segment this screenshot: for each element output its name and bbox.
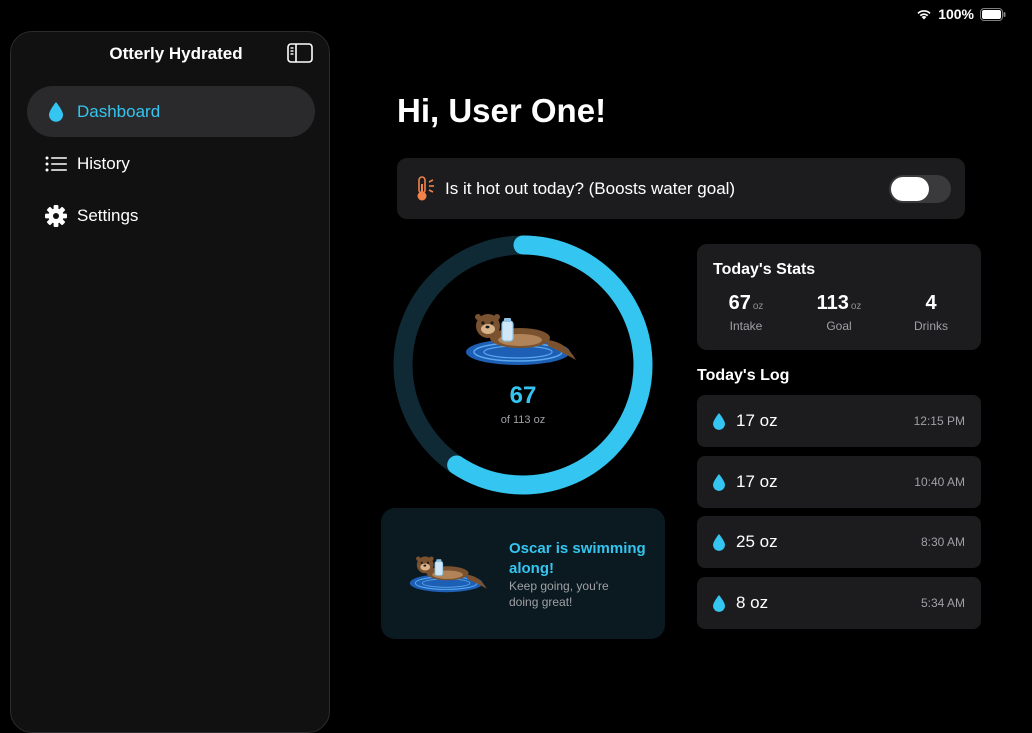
hot-weather-label: Is it hot out today? (Boosts water goal) xyxy=(445,178,736,198)
oscar-status-title: Oscar is swimming along! xyxy=(509,540,646,577)
sidebar-item-settings[interactable]: Settings xyxy=(27,190,315,241)
stats-title: Today's Stats xyxy=(713,261,816,278)
status-bar: 100% xyxy=(916,6,1006,22)
hot-weather-toggle[interactable] xyxy=(889,175,951,203)
log-time: 5:34 AM xyxy=(920,596,965,610)
intake-value: 67 xyxy=(509,382,537,409)
stat-value: 4 xyxy=(925,292,937,314)
hot-weather-card: Is it hot out today? (Boosts water goal) xyxy=(397,158,965,219)
list-icon xyxy=(41,156,71,172)
toggle-knob xyxy=(891,177,929,201)
otter-illustration xyxy=(462,304,582,374)
stat-label: Intake xyxy=(729,319,763,333)
page-title: Hi, User One! xyxy=(397,92,607,129)
todays-stats-card: Today's Stats 67 oz Intake 113 oz Goal 4 D… xyxy=(697,244,981,350)
log-title: Today's Log xyxy=(697,367,790,384)
gear-icon xyxy=(41,204,71,227)
otter-illustration xyxy=(407,548,491,600)
log-entry[interactable]: 17 oz 12:15 PM xyxy=(697,395,981,447)
oscar-status-card: Oscar is swimming along! Keep going, you… xyxy=(381,508,665,639)
log-amount: 17 oz xyxy=(736,411,778,430)
stat-label: Goal xyxy=(826,319,852,333)
stat-unit: oz xyxy=(752,301,764,312)
log-entry[interactable]: 8 oz 5:34 AM xyxy=(697,577,981,629)
sidebar-item-label: Settings xyxy=(77,205,139,225)
log-amount: 25 oz xyxy=(736,532,778,551)
stat-value: 113 xyxy=(816,292,849,314)
log-entry[interactable]: 17 oz 10:40 AM xyxy=(697,456,981,508)
log-time: 12:15 PM xyxy=(913,414,965,428)
stat-goal: 113 oz Goal xyxy=(794,292,884,333)
wifi-icon xyxy=(916,8,932,20)
stat-intake: 67 oz Intake xyxy=(701,292,791,333)
sidebar: Otterly Hydrated Dashboard History Setti… xyxy=(10,31,330,733)
stat-value: 67 xyxy=(728,292,751,314)
sidebar-toggle-icon[interactable] xyxy=(287,43,313,63)
log-amount: 8 oz xyxy=(736,593,769,612)
water-drop-icon xyxy=(713,412,725,430)
stat-label: Drinks xyxy=(913,319,948,333)
oscar-status-subtitle: Keep going, you're doing great! xyxy=(509,579,609,609)
log-time: 10:40 AM xyxy=(914,475,965,489)
progress-ring: 67 of 113 oz xyxy=(392,234,654,496)
log-entry[interactable]: 25 oz 8:30 AM xyxy=(697,516,981,568)
thermometer-sun-icon xyxy=(415,175,437,202)
log-amount: 17 oz xyxy=(736,472,778,491)
stat-unit: oz xyxy=(850,301,862,312)
water-drop-icon xyxy=(41,101,71,122)
water-drop-icon xyxy=(713,533,725,551)
water-drop-icon xyxy=(713,473,725,491)
sidebar-item-label: Dashboard xyxy=(77,101,161,121)
battery-icon xyxy=(980,7,1006,21)
battery-percent: 100% xyxy=(938,6,974,22)
water-drop-icon xyxy=(713,594,725,612)
sidebar-item-history[interactable]: History xyxy=(27,138,315,189)
sidebar-item-dashboard[interactable]: Dashboard xyxy=(27,86,315,137)
sidebar-item-label: History xyxy=(77,153,130,173)
intake-goal-text: of 113 oz xyxy=(500,414,546,426)
stat-drinks: 4 Drinks xyxy=(886,292,976,333)
log-time: 8:30 AM xyxy=(920,535,965,549)
